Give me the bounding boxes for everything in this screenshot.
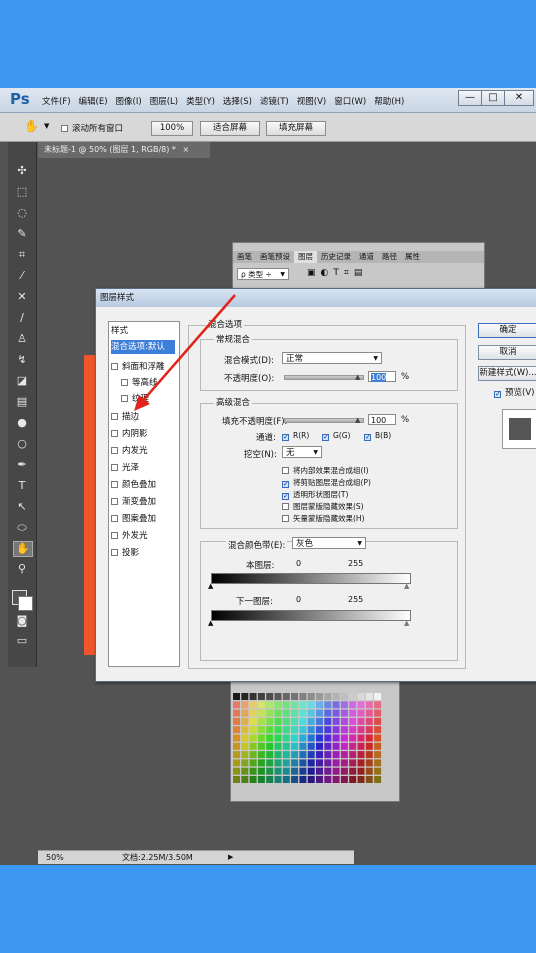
arrow-line: [139, 294, 236, 405]
document-size: 文档:2.25M/3.50M: [122, 853, 193, 862]
status-bar: 50% 文档:2.25M/3.50M ▶: [38, 850, 354, 864]
arrow-head: [134, 395, 150, 411]
annotation-arrow: [134, 294, 236, 411]
cursor-icon: ↖: [128, 412, 138, 425]
zoom-level[interactable]: 50%: [46, 851, 64, 864]
status-menu-arrow-icon[interactable]: ▶: [228, 851, 233, 864]
